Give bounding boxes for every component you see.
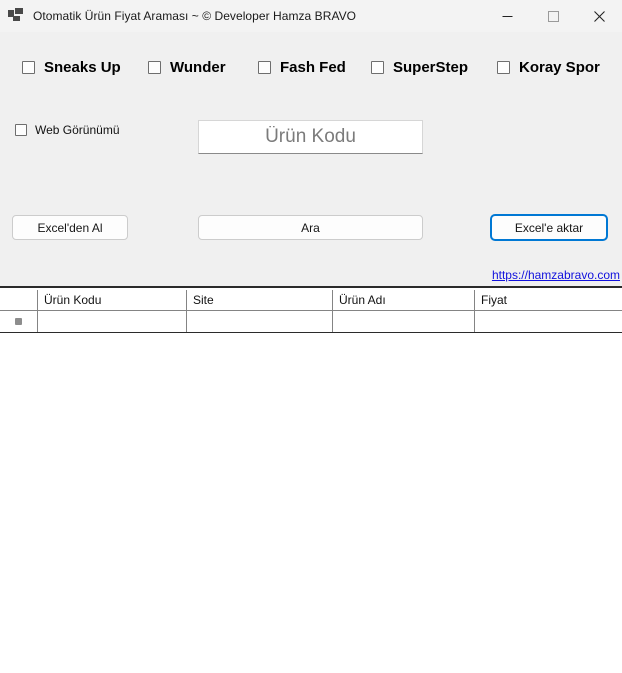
results-data-grid[interactable]: Ürün Kodu Site Ürün Adı Fiyat	[0, 290, 622, 333]
app-squares-icon	[8, 8, 24, 24]
checkbox-sneaks-up[interactable]: Sneaks Up	[22, 54, 121, 80]
checkbox-wunder[interactable]: Wunder	[148, 54, 226, 80]
checkbox-label: Fash Fed	[280, 58, 346, 76]
checkbox-box-icon[interactable]	[371, 60, 384, 74]
developer-website-link[interactable]: https://hamzabravo.com	[492, 268, 620, 282]
checkbox-label: Web Görünümü	[35, 123, 120, 137]
product-code-input[interactable]	[198, 120, 423, 154]
checkbox-koray-spor[interactable]: Koray Spor	[497, 54, 600, 80]
import-from-excel-button[interactable]: Excel'den Al	[12, 215, 128, 240]
brand-checkbox-row: Sneaks Up Wunder Fash Fed SuperStep Kora…	[0, 54, 622, 80]
checkbox-label: Wunder	[170, 58, 226, 76]
grid-header-row: Ürün Kodu Site Ürün Adı Fiyat	[0, 290, 622, 311]
minimize-icon[interactable]	[484, 0, 530, 32]
search-button[interactable]: Ara	[198, 215, 423, 240]
checkbox-superstep[interactable]: SuperStep	[371, 54, 468, 80]
cell-fiyat[interactable]	[475, 311, 622, 332]
checkbox-box-icon[interactable]	[15, 124, 27, 136]
cell-urun-adi[interactable]	[333, 311, 475, 332]
checkbox-web-view[interactable]: Web Görünümü	[15, 123, 120, 137]
checkbox-label: Sneaks Up	[44, 58, 121, 76]
column-header-site[interactable]: Site	[187, 290, 333, 310]
checkbox-label: SuperStep	[393, 58, 469, 76]
close-icon[interactable]	[576, 0, 622, 32]
export-to-excel-button[interactable]: Excel'e aktar	[490, 214, 608, 241]
controls-panel: Sneaks Up Wunder Fash Fed SuperStep Kora…	[0, 32, 622, 288]
cell-urun-kodu[interactable]	[38, 311, 187, 332]
row-header-corner[interactable]	[0, 290, 38, 310]
checkbox-box-icon[interactable]	[497, 60, 510, 74]
title-bar: Otomatik Ürün Fiyat Araması ~ © Develope…	[0, 0, 622, 32]
checkbox-fash-fed[interactable]: Fash Fed	[258, 54, 346, 80]
checkbox-label: Koray Spor	[519, 58, 600, 76]
column-header-urun-adi[interactable]: Ürün Adı	[333, 290, 475, 310]
table-row[interactable]	[0, 311, 622, 332]
window-title: Otomatik Ürün Fiyat Araması ~ © Develope…	[33, 9, 357, 23]
column-header-urun-kodu[interactable]: Ürün Kodu	[38, 290, 187, 310]
cell-site[interactable]	[187, 311, 333, 332]
checkbox-box-icon[interactable]	[22, 60, 35, 74]
checkbox-box-icon[interactable]	[148, 60, 161, 74]
checkbox-box-icon[interactable]	[258, 60, 271, 74]
maximize-icon[interactable]	[530, 0, 576, 32]
window-controls	[484, 0, 622, 32]
column-header-fiyat[interactable]: Fiyat	[475, 290, 622, 310]
new-row-asterisk-icon[interactable]	[0, 311, 38, 332]
